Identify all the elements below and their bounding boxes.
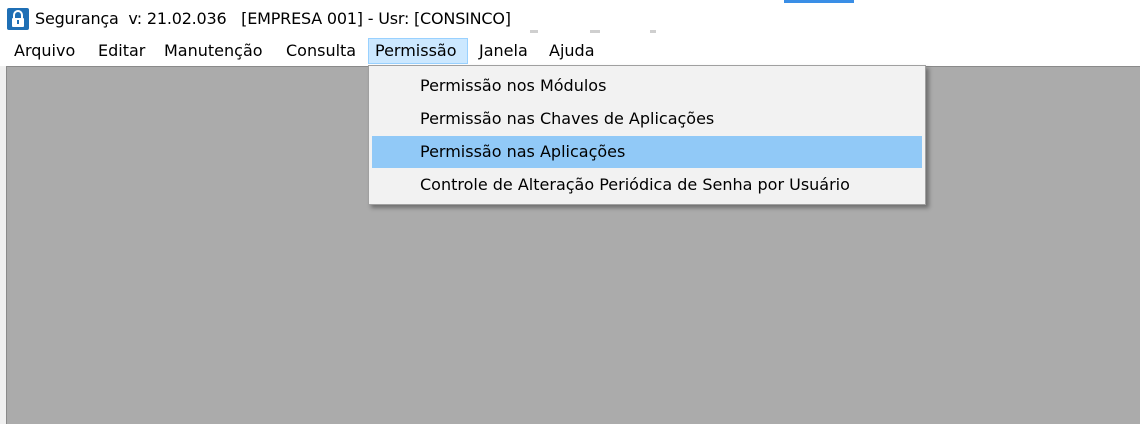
menu-manutencao[interactable]: Manutenção xyxy=(158,38,269,64)
window-title: Segurança v: 21.02.036 [EMPRESA 001] - U… xyxy=(35,9,511,28)
menu-item-permissao-aplicacoes[interactable]: Permissão nas Aplicações xyxy=(372,136,922,168)
menu-item-permissao-chaves[interactable]: Permissão nas Chaves de Aplicações xyxy=(372,103,922,135)
menu-arquivo[interactable]: Arquivo xyxy=(8,38,81,64)
title-artifact xyxy=(590,30,600,33)
title-artifact xyxy=(650,30,656,33)
menu-bar: Arquivo Editar Manutenção Consulta Permi… xyxy=(0,36,1140,66)
lock-icon xyxy=(7,8,29,30)
menu-ajuda[interactable]: Ajuda xyxy=(543,38,601,64)
menu-consulta[interactable]: Consulta xyxy=(280,38,362,64)
menu-item-controle-senha[interactable]: Controle de Alteração Periódica de Senha… xyxy=(372,169,922,201)
title-accent-bar xyxy=(784,0,854,3)
menu-permissao[interactable]: Permissão xyxy=(368,38,468,64)
menu-editar[interactable]: Editar xyxy=(92,38,151,64)
menu-item-permissao-modulos[interactable]: Permissão nos Módulos xyxy=(372,70,922,102)
title-artifact xyxy=(530,30,538,33)
permissao-dropdown-menu: Permissão nos Módulos Permissão nas Chav… xyxy=(368,65,926,205)
menu-janela[interactable]: Janela xyxy=(473,38,534,64)
app-window: Segurança v: 21.02.036 [EMPRESA 001] - U… xyxy=(0,0,1140,424)
title-bar[interactable]: Segurança v: 21.02.036 [EMPRESA 001] - U… xyxy=(0,0,1140,36)
